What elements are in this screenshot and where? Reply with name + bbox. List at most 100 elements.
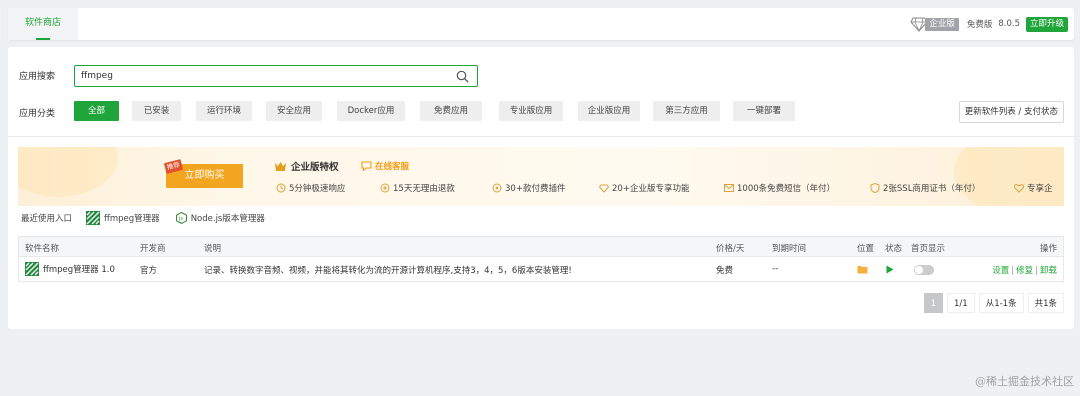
ffmpeg-icon	[25, 262, 39, 276]
privilege-title-text: 企业版特权	[291, 162, 339, 173]
online-service-text: 在线客服	[375, 162, 410, 172]
pagination: 1 1/1 从1-1条 共1条	[923, 293, 1064, 313]
app-name: ffmpeg管理器 1.0	[43, 265, 115, 275]
recent-item-label: ffmpeg管理器	[104, 214, 160, 224]
category-button[interactable]: 第三方应用	[653, 101, 720, 121]
feature-text: 2张SSL商用证书（年付）	[883, 184, 981, 194]
feature-fast-response: 5分钟极速响应	[276, 182, 345, 194]
feature-text: 15天无理由退款	[393, 184, 455, 194]
watermark: @稀土掘金技术社区	[975, 375, 1074, 388]
tab-label: 软件商店	[24, 18, 61, 28]
uninstall-link[interactable]: 卸载	[1040, 266, 1057, 276]
search-label: 应用搜索	[19, 72, 56, 82]
privilege-title: 企业版特权	[274, 159, 339, 173]
col-status: 状态	[885, 244, 903, 254]
category-button[interactable]: 已安装	[132, 101, 181, 121]
banner-decoration	[954, 147, 1064, 206]
page-total: 共1条	[1027, 293, 1064, 313]
feature-refund: 15天无理由退款	[380, 182, 455, 194]
expiry-cell: --	[772, 264, 779, 274]
search-icon[interactable]	[456, 70, 469, 83]
col-name: 软件名称	[25, 244, 60, 254]
recent-used: 最近使用入口 ffmpeg管理器 js Node.js版本管理器	[21, 211, 265, 225]
search-box	[74, 65, 478, 87]
category-button[interactable]: 一键部署	[733, 101, 795, 121]
feature-text: 5分钟极速响应	[289, 184, 346, 194]
heart-icon	[1014, 184, 1024, 193]
col-expiry: 到期时间	[772, 244, 807, 254]
upgrade-button[interactable]: 立即升级	[1025, 16, 1068, 32]
crown-icon	[275, 161, 286, 171]
clock-icon	[276, 183, 286, 193]
main-panel: 应用搜索 应用分类 全部已安装运行环境安全应用 Docker应用免费应用专业版应用…	[8, 47, 1074, 329]
ssl-icon	[870, 183, 880, 193]
recent-label: 最近使用入口	[21, 214, 73, 224]
ffmpeg-icon	[86, 211, 101, 225]
price-cell: 免费	[716, 266, 734, 276]
category-button[interactable]: 全部	[74, 101, 119, 121]
category-button[interactable]: 专业版应用	[499, 101, 563, 121]
col-location: 位置	[857, 244, 875, 254]
feature-text: 专享企	[1027, 184, 1053, 194]
refund-icon	[380, 183, 390, 193]
update-software-list-button[interactable]: 更新软件列表 / 支付状态	[958, 101, 1064, 123]
feature-plugins: 30+款付费插件	[492, 182, 565, 194]
category-button[interactable]: 免费应用	[420, 101, 482, 121]
col-description: 说明	[204, 244, 222, 254]
settings-link[interactable]: 设置	[992, 266, 1009, 276]
page-count: 1/1	[947, 293, 975, 313]
col-actions: 操作	[1039, 244, 1057, 254]
category-button[interactable]: 企业版应用	[578, 101, 640, 121]
col-developer: 开发商	[140, 244, 166, 254]
mail-icon	[724, 184, 734, 192]
table-header: 软件名称 开发商 说明 价格/天 到期时间 位置 状态 首页显示 操作	[18, 236, 1064, 257]
separator: |	[1035, 266, 1038, 276]
category-button[interactable]: Docker应用	[337, 101, 405, 121]
feature-text: 1000条免费短信（年付）	[737, 184, 836, 194]
svg-text:js: js	[178, 216, 183, 222]
separator: |	[1011, 266, 1015, 276]
col-price: 价格/天	[716, 244, 745, 254]
description-cell: 记录、转换数字音频、视频，并能将其转化为流的开源计算机程序,支持3，4，5，6版…	[204, 266, 572, 276]
page-range: 从1-1条	[978, 293, 1024, 313]
feature-ssl: 2张SSL商用证书（年付）	[870, 182, 980, 194]
enterprise-banner: 立即购买 推荐 企业版特权 在线客服 5分钟极速响应 15天无理由退款 30+款…	[18, 147, 1064, 206]
category-button[interactable]: 安全应用	[266, 101, 322, 121]
category-button[interactable]: 运行环境	[196, 101, 252, 121]
chat-icon	[361, 161, 372, 171]
recent-item-ffmpeg[interactable]: ffmpeg管理器	[86, 211, 160, 225]
feature-exclusive: 专享企	[1014, 182, 1053, 194]
table-row: ffmpeg管理器 1.0 官方 记录、转换数字音频、视频，并能将其转化为流的开…	[18, 257, 1064, 282]
nodejs-icon: js	[175, 212, 187, 224]
folder-icon[interactable]	[857, 265, 868, 274]
version-area: 企业版 免费版 8.0.5 立即升级	[910, 15, 1068, 33]
feature-text: 20+企业版专享功能	[612, 184, 690, 194]
page-current[interactable]: 1	[923, 293, 943, 313]
search-input[interactable]	[81, 69, 441, 83]
homepage-toggle[interactable]	[914, 265, 934, 275]
recent-item-label: Node.js版本管理器	[190, 214, 265, 224]
banner-decoration	[18, 147, 118, 197]
divider	[8, 136, 1074, 137]
plugin-icon	[492, 183, 502, 193]
app-name-cell: ffmpeg管理器 1.0	[25, 262, 115, 276]
diamond-icon	[599, 184, 609, 193]
tab-active-underline	[36, 38, 50, 40]
tab-software-store[interactable]: 软件商店	[8, 8, 78, 40]
software-table: 软件名称 开发商 说明 价格/天 到期时间 位置 状态 首页显示 操作 ffmp…	[18, 236, 1064, 282]
col-homepage: 首页显示	[911, 244, 946, 254]
free-edition-label: 免费版	[966, 20, 993, 30]
play-icon[interactable]	[886, 265, 894, 274]
version-number: 8.0.5	[998, 19, 1020, 29]
developer-cell: 官方	[140, 266, 158, 276]
enterprise-label: 企业版	[925, 17, 959, 31]
repair-link[interactable]: 修复	[1016, 266, 1033, 276]
recent-item-nodejs[interactable]: js Node.js版本管理器	[175, 212, 265, 224]
enterprise-badge[interactable]: 企业版	[910, 16, 959, 32]
action-links: 设置 | 修复 | 卸载	[992, 264, 1057, 276]
online-service-link[interactable]: 在线客服	[361, 160, 409, 172]
feature-enterprise-functions: 20+企业版专享功能	[599, 182, 689, 194]
top-bar: 软件商店 企业版 免费版 8.0.5 立即升级	[8, 8, 1074, 40]
feature-text: 30+款付费插件	[505, 184, 566, 194]
category-label: 应用分类	[19, 109, 56, 119]
